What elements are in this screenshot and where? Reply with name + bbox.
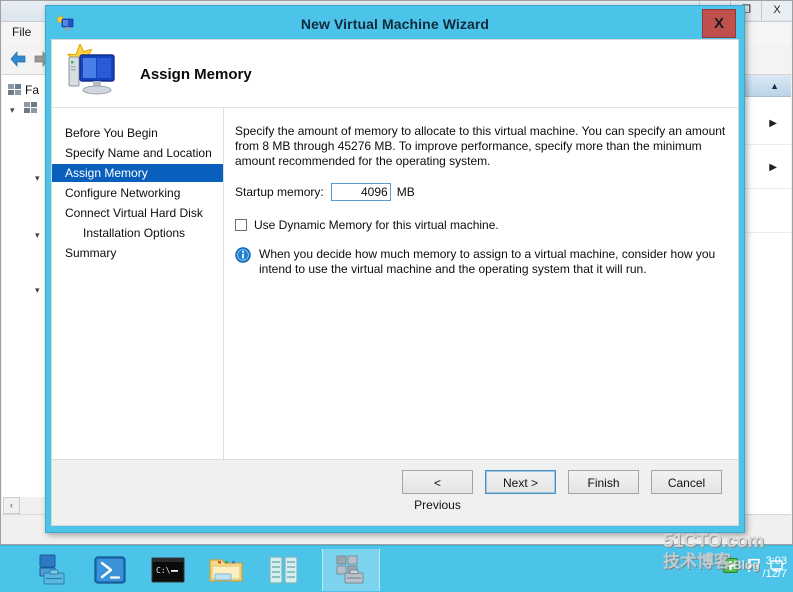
finish-button[interactable]: Finish xyxy=(568,470,639,494)
tree-expander-icon[interactable]: ▾ xyxy=(10,105,20,115)
background-close-button[interactable]: X xyxy=(761,1,792,20)
back-arrow-icon[interactable] xyxy=(8,49,28,69)
page-title: Assign Memory xyxy=(140,66,252,83)
dialog-close-button[interactable]: X xyxy=(702,9,736,38)
menu-item-file[interactable]: File xyxy=(12,25,31,39)
dynamic-memory-row[interactable]: Use Dynamic Memory for this virtual mach… xyxy=(235,218,726,232)
taskbar-item-failover-cluster-manager[interactable] xyxy=(322,549,380,591)
clock-date: /12/7 xyxy=(762,568,787,580)
dialog-button-bar: < Previous Next > Finish Cancel xyxy=(402,470,722,512)
screen-root: Failover Cluster Manager – ❐ X File xyxy=(0,0,793,592)
tree-root-label: Fa xyxy=(25,83,40,97)
taskbar-item-file-explorer[interactable] xyxy=(198,549,254,591)
info-note-text: When you decide how much memory to assig… xyxy=(259,247,716,276)
assign-memory-computer-icon xyxy=(64,42,124,102)
taskbar-clock[interactable]: 3:03 /12/7 xyxy=(763,555,787,581)
taskbar: C:\ 3:03 /12/7 xyxy=(0,545,793,592)
dialog-content: Specify the amount of memory to allocate… xyxy=(225,108,738,459)
dialog-footer: < Previous Next > Finish Cancel xyxy=(52,459,738,525)
startup-memory-row: Startup memory: MB xyxy=(235,183,726,201)
tree-hscroll-left-button[interactable]: ‹ xyxy=(3,497,20,514)
dialog-title: New Virtual Machine Wizard xyxy=(300,16,490,32)
next-button[interactable]: Next > xyxy=(485,470,556,494)
chevron-up-icon[interactable]: ▲ xyxy=(770,81,779,91)
tree-root-item[interactable]: Fa xyxy=(8,83,39,97)
taskbar-item-server-manager[interactable] xyxy=(24,549,80,591)
sidebar-item-connect-virtual-hard-disk[interactable]: Connect Virtual Hard Disk xyxy=(52,204,223,222)
sidebar-item-summary[interactable]: Summary xyxy=(52,244,223,262)
cluster-icon xyxy=(8,84,22,96)
cancel-button[interactable]: Cancel xyxy=(651,470,722,494)
clock-time: 3:03 xyxy=(765,555,787,567)
dynamic-memory-checkbox[interactable] xyxy=(235,219,247,231)
previous-button[interactable]: < Previous xyxy=(402,470,473,512)
chevron-right-icon-2[interactable]: ▶ xyxy=(769,162,777,173)
sidebar-item-specify-name-and-location[interactable]: Specify Name and Location xyxy=(52,144,223,162)
tree-expander-icon-2[interactable]: ▾ xyxy=(35,173,45,183)
cluster-node-icon xyxy=(24,102,38,114)
dialog-main: Before You Begin Specify Name and Locati… xyxy=(52,108,738,459)
chevron-right-icon[interactable]: ▶ xyxy=(769,118,777,129)
action-center-flag-icon[interactable] xyxy=(747,558,761,578)
taskbar-item-command-prompt[interactable]: C:\ xyxy=(140,549,196,591)
svg-text:C:\: C:\ xyxy=(156,566,171,575)
dialog-page-header: Assign Memory xyxy=(52,40,738,108)
new-virtual-machine-wizard-dialog: New Virtual Machine Wizard X Assign Memo… xyxy=(45,5,745,533)
info-icon xyxy=(235,247,251,263)
description-text: Specify the amount of memory to allocate… xyxy=(235,124,726,168)
taskbar-item-server-stack[interactable] xyxy=(256,549,312,591)
wizard-step-list: Before You Begin Specify Name and Locati… xyxy=(52,108,224,459)
sidebar-item-assign-memory[interactable]: Assign Memory xyxy=(52,164,223,182)
tree-expander-icon-3[interactable]: ▾ xyxy=(35,230,45,240)
info-note-row: When you decide how much memory to assig… xyxy=(235,247,726,277)
startup-memory-input[interactable] xyxy=(330,183,391,201)
sidebar-item-before-you-begin[interactable]: Before You Begin xyxy=(52,124,223,142)
dialog-body: Assign Memory Before You Begin Specify N… xyxy=(51,39,739,526)
taskbar-item-powershell[interactable] xyxy=(82,549,138,591)
dialog-titlebar: New Virtual Machine Wizard X xyxy=(46,6,744,41)
network-icon[interactable] xyxy=(723,558,738,578)
tree-expander-icon-4[interactable]: ▾ xyxy=(35,285,45,295)
dynamic-memory-label: Use Dynamic Memory for this virtual mach… xyxy=(254,218,499,232)
sidebar-item-installation-options[interactable]: Installation Options xyxy=(52,224,223,242)
startup-memory-label: Startup memory: xyxy=(235,185,324,199)
tree-child-item[interactable] xyxy=(24,101,41,115)
sidebar-item-configure-networking[interactable]: Configure Networking xyxy=(52,184,223,202)
startup-memory-unit: MB xyxy=(396,185,415,199)
